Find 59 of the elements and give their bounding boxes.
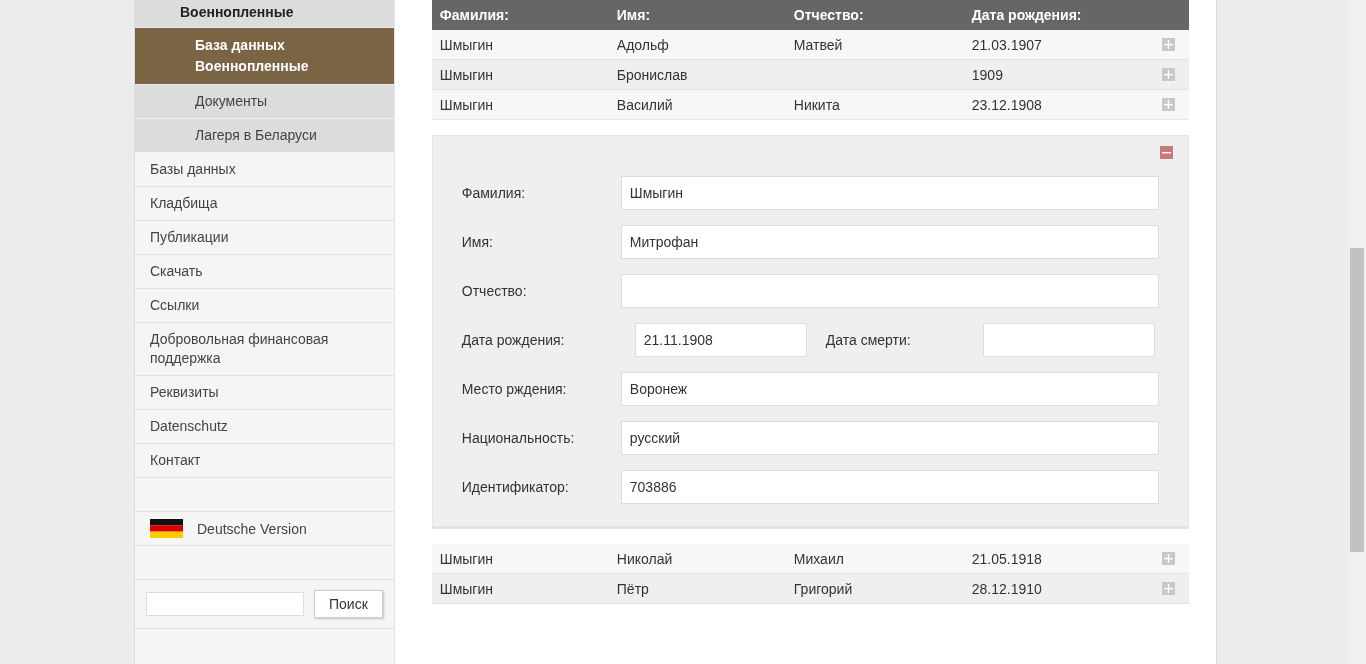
table-cell-text: Бронислав	[615, 66, 689, 83]
language-link[interactable]: Deutsche Version	[197, 520, 307, 537]
table-cell-text: Василий	[615, 96, 674, 113]
sidebar-item[interactable]: База данных Военнопленные	[135, 28, 394, 85]
field-label: Отчество:	[461, 283, 528, 299]
table-cell-text: Матвей	[792, 36, 844, 53]
table-cell-text: Пётр	[615, 580, 650, 597]
scrollbar[interactable]	[1349, 0, 1366, 664]
field-label: Идентификатор:	[461, 479, 570, 495]
column-header: Отчество:	[792, 7, 865, 23]
table-cell-text: 28.12.1910	[970, 580, 1043, 597]
table-cell-text: 23.12.1908	[970, 96, 1043, 113]
input-field[interactable]: 21.11.1908	[634, 323, 807, 357]
column-header: Имя:	[615, 7, 652, 23]
table-cell-text: 1909	[970, 66, 1004, 83]
collapse-icon[interactable]	[1159, 146, 1173, 159]
column-header: Фамилия:	[438, 7, 510, 23]
field-label: Фамилия:	[461, 185, 527, 201]
input-field[interactable]: 703886	[620, 470, 1159, 504]
input-field[interactable]: Шмыгин	[620, 176, 1159, 210]
input-field[interactable]	[620, 274, 1159, 308]
table-cell-text: Григорий	[792, 580, 854, 597]
field-label: Место рждения:	[461, 381, 568, 397]
table-cell-text: Никита	[792, 96, 841, 113]
sidebar-item[interactable]: Лагеря в Беларуси	[135, 119, 394, 153]
table-row[interactable]: Шмыгин Бронислав 1909	[431, 60, 1189, 90]
input-field[interactable]: Воронеж	[620, 372, 1159, 406]
table-cell-text: Шмыгин	[438, 550, 494, 567]
table-cell-text: Шмыгин	[438, 580, 494, 597]
search-button[interactable]: Поиск	[314, 590, 383, 618]
table-row[interactable]: Шмыгин Василий Никита 23.12.1908	[431, 90, 1189, 120]
table-cell-text: Шмыгин	[438, 36, 494, 53]
field-label: Имя:	[461, 234, 494, 250]
table-row[interactable]: Шмыгин Пётр Григорий 28.12.1910	[431, 574, 1189, 604]
table-cell-text: Шмыгин	[438, 96, 494, 113]
input-field[interactable]: русский	[620, 421, 1159, 455]
expand-icon[interactable]	[1162, 98, 1176, 111]
table-cell-text: Николай	[615, 550, 674, 567]
sidebar-item[interactable]: Военнопленные	[135, 0, 394, 28]
table-cell-text: Михаил	[792, 550, 845, 567]
input-field[interactable]: Митрофан	[620, 225, 1159, 259]
column-header: Дата рождения:	[970, 7, 1083, 23]
field-label: Дата смерти:	[825, 332, 912, 348]
table-cell-text: 21.03.1907	[970, 36, 1043, 53]
table-cell-text: Шмыгин	[438, 66, 494, 83]
sidebar-item[interactable]: Документы	[135, 85, 394, 119]
expand-icon[interactable]	[1162, 38, 1176, 51]
table-row[interactable]: Шмыгин Адольф Матвей 21.03.1907	[431, 30, 1189, 60]
expand-icon[interactable]	[1162, 552, 1176, 565]
input-field[interactable]	[982, 323, 1155, 357]
field-label: Дата рождения:	[461, 332, 566, 348]
german-flag-icon	[150, 519, 183, 538]
expand-icon[interactable]	[1162, 582, 1176, 595]
table-row[interactable]: Шмыгин Николай Михаил 21.05.1918	[431, 544, 1189, 574]
search-field[interactable]	[146, 592, 304, 616]
table-cell-text: 21.05.1918	[970, 550, 1043, 567]
field-label: Национальность:	[461, 430, 576, 446]
table-cell-text: Адольф	[615, 36, 670, 53]
expand-icon[interactable]	[1162, 68, 1176, 81]
